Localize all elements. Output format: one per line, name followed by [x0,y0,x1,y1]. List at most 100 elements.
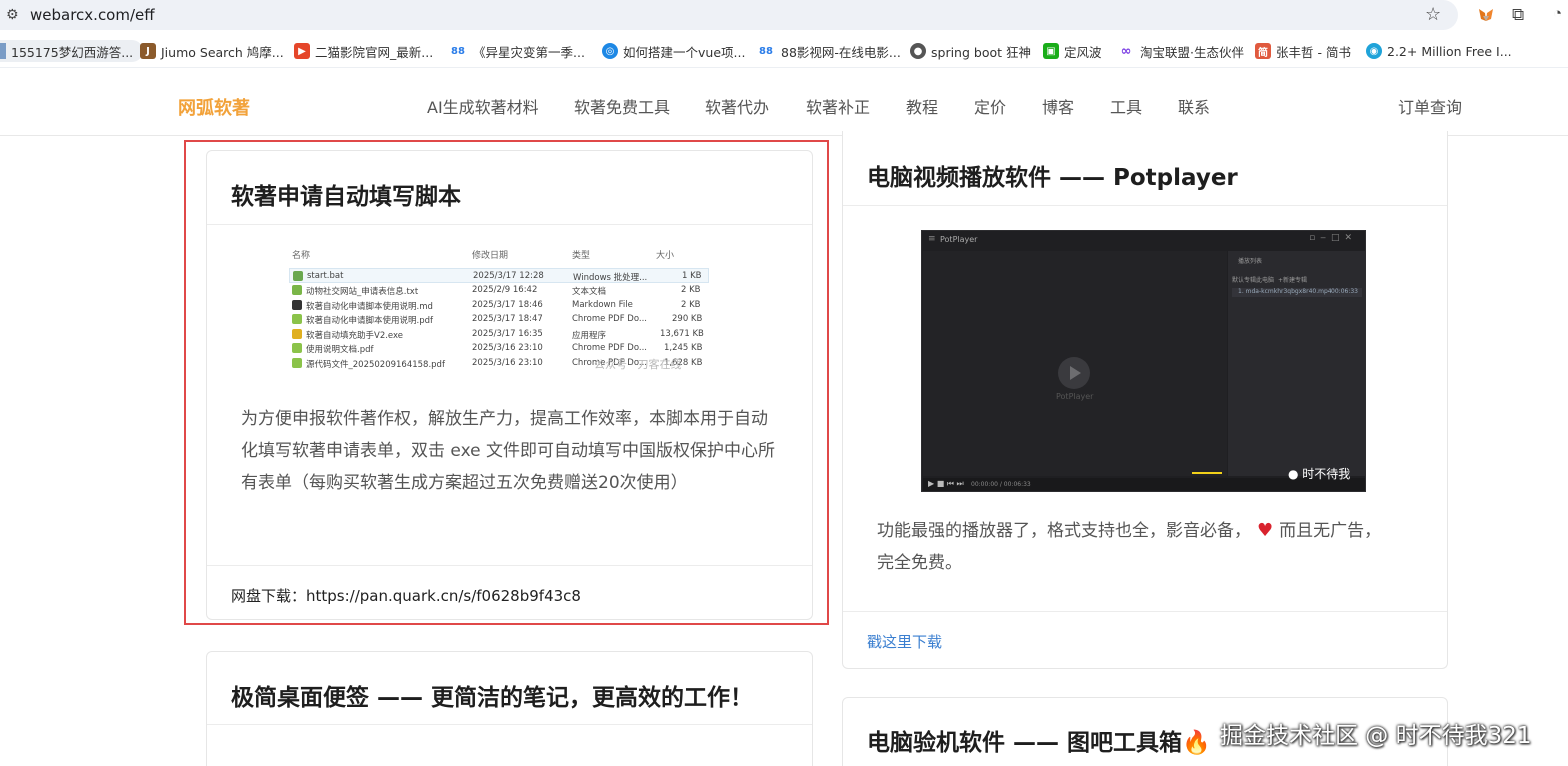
divider [207,565,812,566]
file-size: 1,245 KB [664,343,703,354]
playlist-tab: 播放列表 [1238,258,1263,265]
playlist-item-name: 1. mda-kcmkhr3qbgx8r40.mp4 [1238,288,1332,295]
nav-free-tools[interactable]: 软著免费工具 [574,94,670,118]
bookmark-favicon-icon: ● [910,43,926,59]
bookmark-item[interactable]: ▶ 二猫影院官网_最新... [294,40,433,62]
nav-tutorial[interactable]: 教程 [906,94,938,118]
heart-icon: ♥ [1257,520,1274,541]
bookmark-item[interactable]: ∞ 淘宝联盟·生态伙伴 [1117,40,1244,62]
bookmark-item[interactable]: ● spring boot 狂神 [910,40,1031,62]
bookmark-star-icon[interactable]: ☆ [1425,4,1441,25]
player-time: 00:00:00 / 00:06:33 [971,481,1031,488]
extensions-puzzle-icon[interactable]: ⧉ [1512,5,1524,25]
bookmark-item[interactable]: 简 张丰哲 - 简书 [1255,40,1351,62]
bookmark-label: 88影视网-在线电影... [781,44,901,60]
file-row: 软著自动化申请脚本使用说明.pdf 2025/3/17 18:47 Chrome… [289,312,709,327]
image-watermark: 公众号 · 刀客在线 [594,358,682,371]
bookmark-favicon-icon: J [140,43,156,59]
player-logo: PotPlayer [1056,392,1094,401]
bookmark-item[interactable]: ◎ 如何搭建一个vue项... [602,40,745,62]
nav-correction[interactable]: 软著补正 [806,94,870,118]
file-size: 13,671 KB [660,328,704,339]
bookmark-favicon-icon: 88 [759,45,773,57]
bookmark-favicon-icon: ∞ [1120,43,1132,59]
file-row: 动物社交网站_申请表信息.txt 2025/2/9 16:42 文本文档 2 K… [289,283,709,298]
file-type: Windows 批处理... [573,273,648,283]
address-bar[interactable]: ⚙ webarcx.com/eff [0,0,1458,30]
col-header-type: 类型 [572,251,591,261]
file-name: 软著自动化申请脚本使用说明.pdf [306,316,433,327]
site-logo[interactable]: 网弧软著 [178,94,250,120]
file-row: 软著自动化申请脚本使用说明.md 2025/3/17 18:46 Markdow… [289,298,709,313]
potplayer-screenshot: ≡ PotPlayer ▫‒□✕ PotPlayer 播放列表 默认专辑 此电脑… [921,230,1366,492]
file-name: 软著自动填充助手V2.exe [306,330,404,341]
bookmark-item[interactable]: J Jiumo Search 鸠摩... [140,40,284,62]
file-name: 软著自动化申请脚本使用说明.md [306,301,433,312]
card-title[interactable]: 电脑视频播放软件 —— Potplayer [867,158,1238,192]
window-controls-icon: ▫‒□✕ [1309,233,1357,243]
nav-ai-generate[interactable]: AI生成软著材料 [427,94,539,118]
file-size: 1 KB [682,271,702,281]
bookmark-item[interactable]: ▣ 定风波 [1043,40,1102,62]
bookmark-favicon-icon [0,43,6,59]
file-name: start.bat [307,271,344,281]
url-text[interactable]: webarcx.com/eff [30,6,155,24]
bookmarks-bar: 155175梦幻西游答... J Jiumo Search 鸠摩... ▶ 二猫… [0,34,1568,68]
order-query-link[interactable]: 订单查询 [1398,94,1462,118]
site-info-icon[interactable]: ⚙ [6,7,19,23]
file-date: 2025/3/16 23:10 [472,358,543,368]
bookmark-favicon-icon: ▶ [294,43,310,59]
divider [207,724,812,725]
card-description: 功能最强的播放器了，格式支持也全，影音必备， ♥ 而且无广告，完全免费。 [877,515,1397,579]
card-title[interactable]: 软著申请自动填写脚本 [231,177,461,211]
file-icon [292,314,302,325]
file-date: 2025/3/17 12:28 [473,271,544,281]
file-type: 文本文档 [572,287,607,297]
bookmark-label: 2.2+ Million Free I... [1387,43,1512,59]
file-date: 2025/2/9 16:42 [472,285,538,295]
play-icon [1058,357,1090,389]
bookmark-item[interactable]: 88 88影视网-在线电影... [756,40,901,62]
player-watermark: ● 时不待我 [1288,467,1351,481]
file-type: Chrome PDF Do... [572,314,648,325]
file-icon [292,285,302,295]
bookmark-item[interactable]: 155175梦幻西游答... [0,40,144,62]
card-title[interactable]: 极简桌面便签 —— 更简洁的笔记，更高效的工作！ [231,678,753,712]
bookmark-label: 淘宝联盟·生态伙伴 [1140,44,1244,60]
nav-tools[interactable]: 工具 [1110,94,1142,118]
nav-agency[interactable]: 软著代办 [705,94,769,118]
download-link[interactable]: 网盘下载：https://pan.quark.cn/s/f0628b9f43c8 [231,585,581,606]
card-description: 为方便申报软件著作权，解放生产力，提高工作效率，本脚本用于自动化填写软著申请表单… [241,409,775,493]
juejin-watermark: 掘金技术社区 @ 时不待我321 [1220,723,1532,749]
nav-contact[interactable]: 联系 [1178,94,1210,118]
bookmark-label: spring boot 狂神 [931,44,1031,60]
script-card: 软著申请自动填写脚本 为方便申报软件著作权，解放生产力，提高工作效率，本脚本用于… [206,150,813,620]
download-link[interactable]: 戳这里下载 [867,631,942,652]
nav-pricing[interactable]: 定价 [974,94,1006,118]
bookmark-item[interactable]: 88 《异星灾变第一季... [448,40,585,62]
profile-icon[interactable]: ◔ [1553,5,1562,22]
bookmark-favicon-icon: ◎ [602,43,618,59]
player-window-title: PotPlayer [940,235,978,244]
bookmark-label: 《异星灾变第一季... [473,44,585,60]
watermark-text: 时不待我 [1302,467,1351,481]
file-name: 动物社交网站_申请表信息.txt [306,287,419,297]
card-title[interactable]: 电脑验机软件 —— 图吧工具箱🔥 [867,723,1211,757]
file-list-image: 名称 修改日期 类型 大小 start.bat 2025/3/17 12:28 … [289,243,721,375]
playlist-subtab: 默认专辑 [1232,277,1257,284]
player-video-area: PotPlayer [923,251,1227,476]
menu-icon: ≡ [928,234,936,244]
bookmark-item[interactable]: ◉ 2.2+ Million Free I... [1366,40,1512,62]
divider [843,611,1447,612]
playlist-item: 1. mda-kcmkhr3qbgx8r40.mp4 00:06:33 [1232,288,1362,297]
bookmark-label: 定风波 [1064,44,1102,60]
file-size: 2 KB [681,285,701,295]
file-size: 2 KB [681,299,701,310]
playlist-subtab: 此电脑 [1256,277,1275,284]
metamask-extension-icon[interactable] [1478,7,1494,23]
bookmark-label: 张丰哲 - 简书 [1276,44,1351,60]
bookmark-favicon-icon: 简 [1255,43,1271,59]
nav-blog[interactable]: 博客 [1042,94,1074,118]
bookmark-favicon-icon: ◉ [1366,43,1382,59]
file-type: Chrome PDF Do... [572,343,648,354]
